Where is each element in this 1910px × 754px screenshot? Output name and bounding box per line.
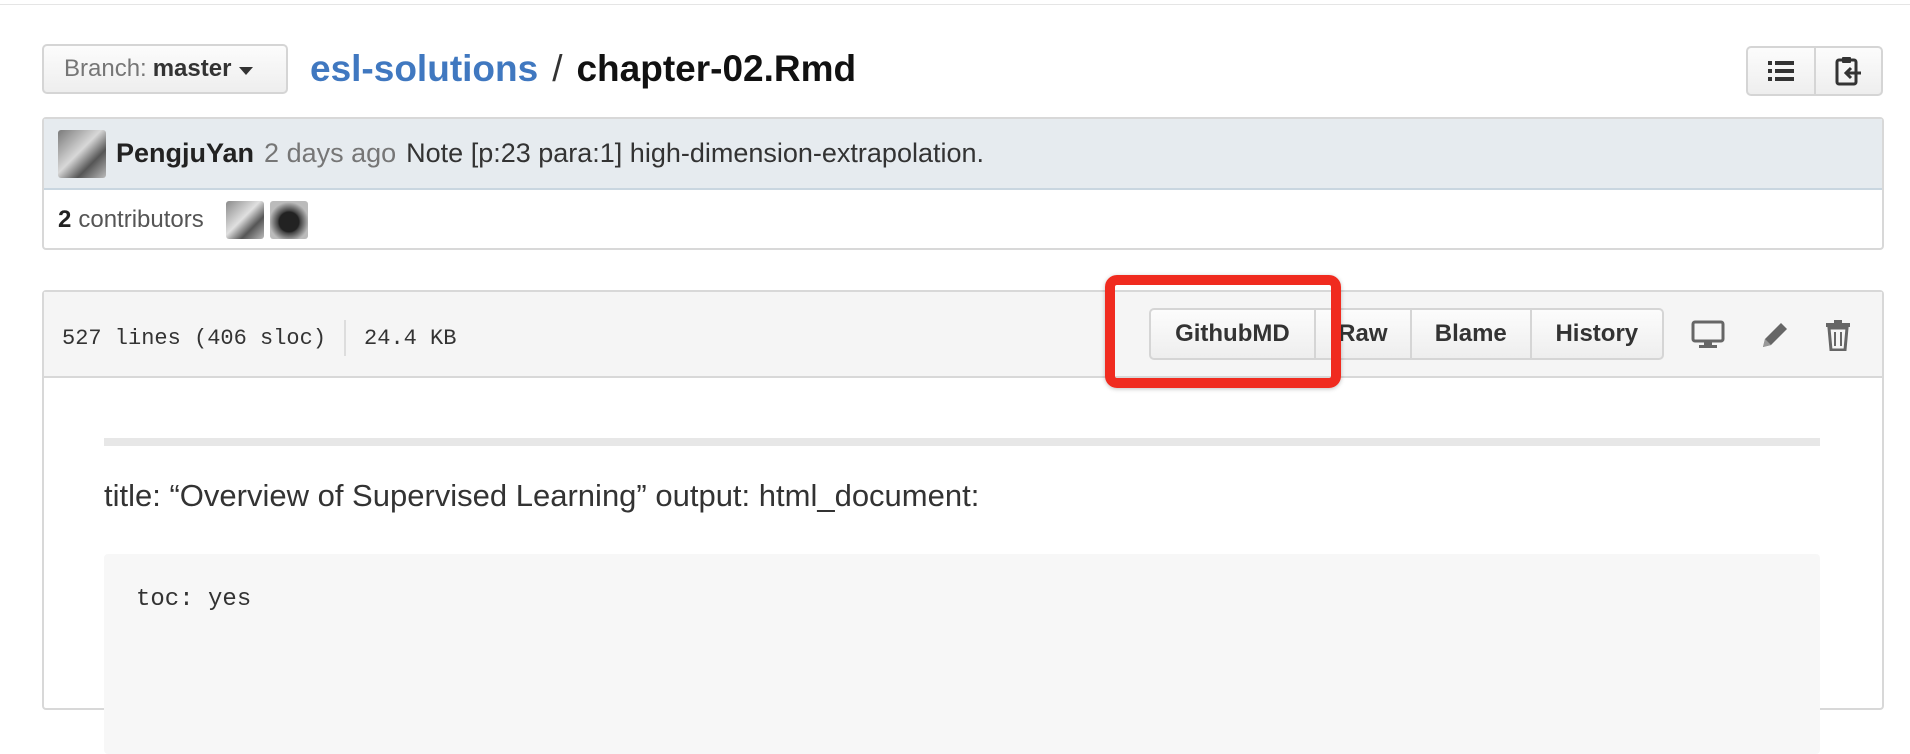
githubmd-button[interactable]: GithubMD	[1151, 310, 1314, 358]
trash-icon	[1826, 320, 1850, 351]
latest-commit: PengjuYan 2 days ago Note [p:23 para:1] …	[44, 119, 1882, 190]
file-info: 527 lines (406 sloc) 24.4 KB	[62, 320, 456, 356]
horizontal-rule	[104, 438, 1820, 446]
file-header: 527 lines (406 sloc) 24.4 KB GithubMD Ra…	[44, 292, 1882, 378]
copy-path-button[interactable]	[1813, 48, 1882, 94]
branch-selector-button[interactable]: Branch: master	[42, 44, 288, 94]
content-paragraph: title: “Overview of Supervised Learning”…	[104, 478, 980, 513]
branch-name: master	[152, 55, 232, 82]
desktop-icon	[1691, 320, 1725, 348]
contributors-row: 2 contributors	[44, 190, 1882, 250]
code-text: toc: yes	[136, 586, 252, 613]
contributor-avatar[interactable]	[225, 201, 264, 239]
file-box: 527 lines (406 sloc) 24.4 KB GithubMD Ra…	[42, 290, 1884, 754]
clipboard-icon	[1835, 57, 1862, 86]
raw-button[interactable]: Raw	[1313, 310, 1410, 358]
list-icon	[1767, 61, 1794, 81]
blame-button[interactable]: Blame	[1409, 310, 1530, 358]
top-divider	[0, 0, 1910, 5]
history-button[interactable]: History	[1529, 310, 1662, 358]
code-block: toc: yes	[104, 554, 1820, 754]
file-actions-group: GithubMD Raw Blame History	[1149, 308, 1664, 360]
breadcrumb: esl-solutions / chapter-02.Rmd	[310, 46, 856, 92]
file-info-divider	[344, 320, 347, 356]
caret-down-icon	[239, 66, 254, 75]
delete-file-button[interactable]	[1819, 316, 1857, 354]
commit-time: 2 days ago	[264, 138, 397, 168]
file-lines: 527 lines (406 sloc)	[62, 325, 327, 351]
file-finder-button[interactable]	[1748, 48, 1814, 94]
contributors-label[interactable]: contributors	[78, 206, 203, 234]
avatar[interactable]	[58, 129, 106, 178]
header-icon-buttons	[1746, 46, 1883, 96]
commit-author[interactable]: PengjuYan	[116, 138, 254, 169]
file-size: 24.4 KB	[364, 325, 457, 351]
contributor-avatar[interactable]	[269, 201, 308, 239]
commit-message[interactable]: Note [p:23 para:1] high-dimension-extrap…	[406, 138, 984, 169]
open-desktop-button[interactable]	[1689, 316, 1727, 354]
edit-file-button[interactable]	[1756, 316, 1794, 354]
repo-link[interactable]: esl-solutions	[310, 48, 538, 90]
branch-label: Branch:	[64, 55, 147, 82]
breadcrumb-separator: /	[552, 48, 563, 89]
pencil-icon	[1763, 323, 1787, 347]
file-name: chapter-02.Rmd	[576, 48, 857, 89]
contributors-count[interactable]: 2	[58, 206, 71, 234]
commit-box: PengjuYan 2 days ago Note [p:23 para:1] …	[42, 117, 1884, 250]
